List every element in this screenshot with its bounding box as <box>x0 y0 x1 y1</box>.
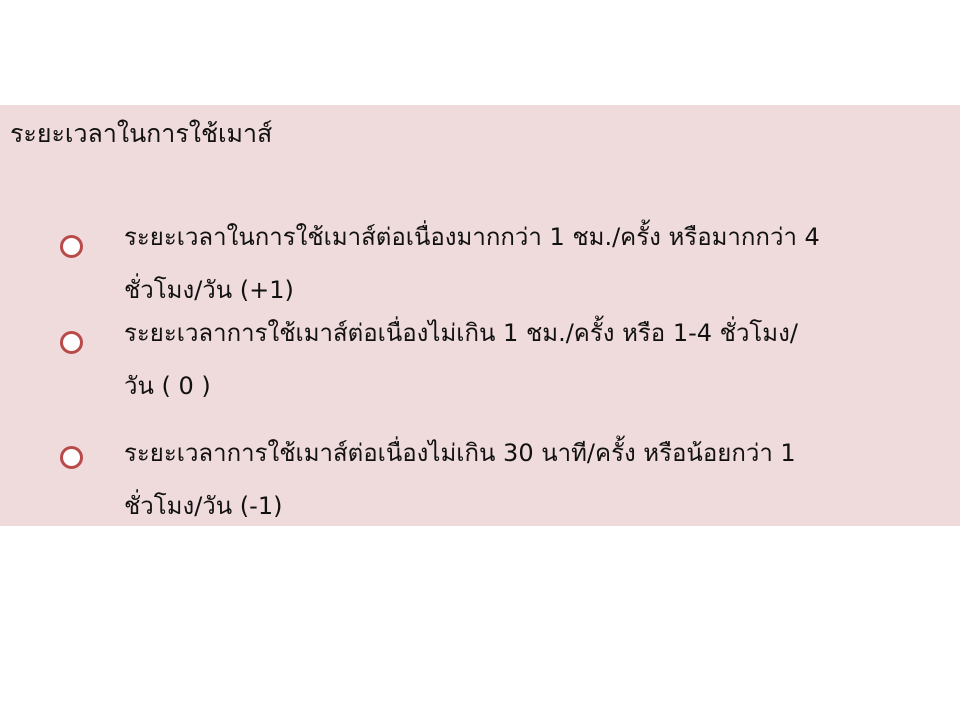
option-label-line1: ระยะเวลาการใช้เมาส์ต่อเนื่องไม่เกิน 30 น… <box>124 439 796 467</box>
radio-button-icon[interactable] <box>60 235 83 258</box>
option-label-line2: วัน ( 0 ) <box>124 372 211 400</box>
option-label-line1: ระยะเวลาในการใช้เมาส์ต่อเนื่องมากกว่า 1 … <box>124 223 820 251</box>
option-label-line1: ระยะเวลาการใช้เมาส์ต่อเนื่องไม่เกิน 1 ชม… <box>124 319 798 347</box>
option-label-line2: ชั่วโมง/วัน (-1) <box>124 492 283 520</box>
question-title: ระยะเวลาในการใช้เมาส์ <box>10 119 273 148</box>
radio-button-icon[interactable] <box>60 446 83 469</box>
option-label: ระยะเวลาการใช้เมาส์ต่อเนื่องไม่เกิน 1 ชม… <box>124 307 954 413</box>
option-label: ระยะเวลาการใช้เมาส์ต่อเนื่องไม่เกิน 30 น… <box>124 427 954 533</box>
radio-button-icon[interactable] <box>60 331 83 354</box>
question-panel: ระยะเวลาในการใช้เมาส์ ระยะเวลาในการใช้เม… <box>0 105 960 526</box>
option-label: ระยะเวลาในการใช้เมาส์ต่อเนื่องมากกว่า 1 … <box>124 211 954 317</box>
